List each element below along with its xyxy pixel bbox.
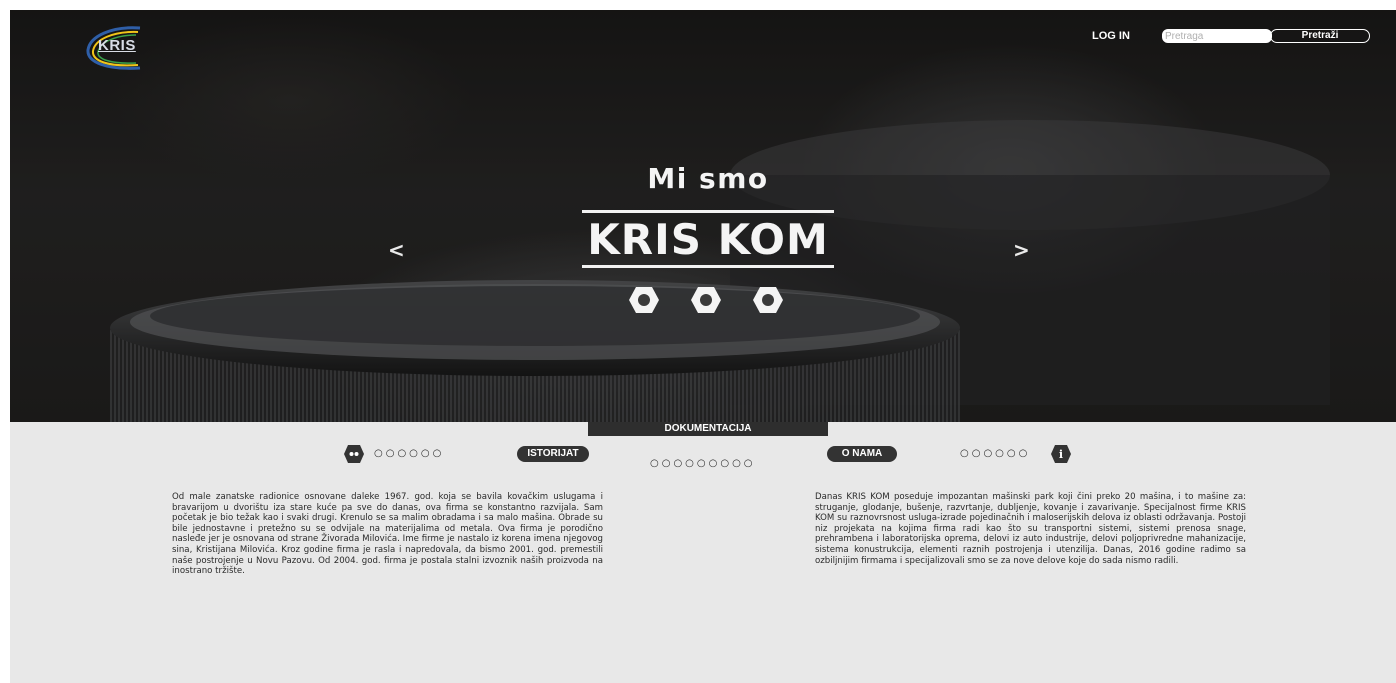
decorative-dots-middle: ○○○○○○○○○ bbox=[650, 458, 756, 469]
history-text: Od male zanatske radionice osnovane dale… bbox=[172, 492, 603, 577]
prev-slide-arrow[interactable]: < bbox=[388, 238, 405, 262]
about-pill[interactable]: O NAMA bbox=[827, 446, 897, 462]
logo-text[interactable]: KRIS bbox=[98, 37, 136, 54]
page: KRIS LOG IN Pretraži Mi smo KRIS KOM < > bbox=[10, 10, 1396, 683]
svg-text:i: i bbox=[1059, 448, 1063, 461]
search-input[interactable] bbox=[1162, 29, 1272, 43]
documentation-tab[interactable]: DOKUMENTACIJA bbox=[588, 422, 828, 436]
hero-subtitle: Mi smo bbox=[647, 162, 769, 195]
decorative-dots-left: ○○○○○○ bbox=[374, 448, 445, 459]
hex-nut-icon[interactable] bbox=[628, 286, 660, 314]
hero-rule-bottom bbox=[582, 265, 834, 268]
about-text: Danas KRIS KOM poseduje impozantan mašin… bbox=[815, 492, 1246, 566]
history-pill[interactable]: ISTORIJAT bbox=[517, 446, 589, 462]
history-icon bbox=[344, 445, 364, 463]
search-button[interactable]: Pretraži bbox=[1270, 29, 1370, 43]
login-link[interactable]: LOG IN bbox=[1092, 30, 1130, 42]
decorative-dots-right: ○○○○○○ bbox=[960, 448, 1031, 459]
content-section: DOKUMENTACIJA ○○○○○○ ISTORIJAT ○○○○○○○○○… bbox=[10, 422, 1396, 683]
hero-slider: KRIS LOG IN Pretraži Mi smo KRIS KOM < > bbox=[10, 10, 1396, 422]
next-slide-arrow[interactable]: > bbox=[1013, 238, 1030, 262]
info-icon: i bbox=[1051, 445, 1071, 463]
hex-nut-icon[interactable] bbox=[752, 286, 784, 314]
hero-title: KRIS KOM bbox=[587, 215, 829, 264]
hex-nut-icon[interactable] bbox=[690, 286, 722, 314]
